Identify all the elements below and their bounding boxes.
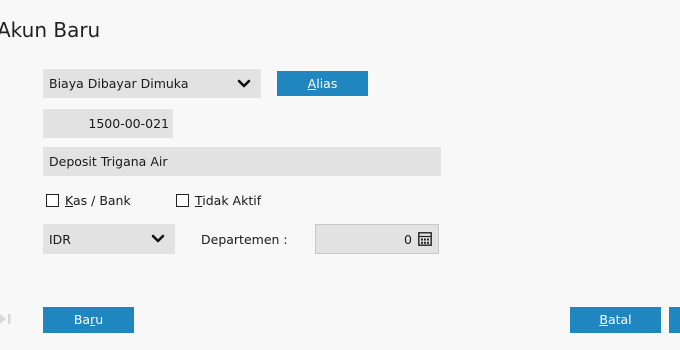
- skip-forward-icon[interactable]: [0, 313, 12, 325]
- alias-button[interactable]: Alias: [277, 71, 368, 96]
- cancel-button[interactable]: Batal: [570, 307, 661, 333]
- calculator-icon[interactable]: [418, 232, 432, 246]
- account-name-field[interactable]: Deposit Trigana Air: [43, 147, 441, 176]
- account-number-value: 1500-00-021: [88, 116, 169, 131]
- new-button[interactable]: Baru: [43, 307, 134, 333]
- department-field[interactable]: 0: [315, 224, 439, 254]
- account-type-select[interactable]: Biaya Dibayar Dimuka: [43, 69, 261, 98]
- inactive-label: Tidak Aktif: [195, 193, 262, 208]
- account-type-value: Biaya Dibayar Dimuka: [49, 76, 189, 91]
- chevron-down-icon: [237, 79, 251, 87]
- account-name-value: Deposit Trigana Air: [49, 154, 168, 169]
- chevron-down-icon: [151, 234, 165, 243]
- account-number-field[interactable]: 1500-00-021: [43, 109, 173, 138]
- window-title: Akun Baru: [0, 18, 101, 42]
- department-value: 0: [404, 231, 412, 247]
- department-label: Departemen :: [201, 232, 288, 247]
- partial-button[interactable]: [669, 307, 680, 333]
- cash-bank-label: Kas / Bank: [65, 193, 131, 208]
- inactive-checkbox[interactable]: Tidak Aktif: [176, 193, 261, 208]
- currency-value: IDR: [49, 231, 71, 247]
- cash-bank-box[interactable]: [46, 194, 59, 207]
- inactive-box[interactable]: [176, 194, 189, 207]
- currency-select[interactable]: IDR: [43, 224, 175, 254]
- cash-bank-checkbox[interactable]: Kas / Bank: [46, 193, 131, 208]
